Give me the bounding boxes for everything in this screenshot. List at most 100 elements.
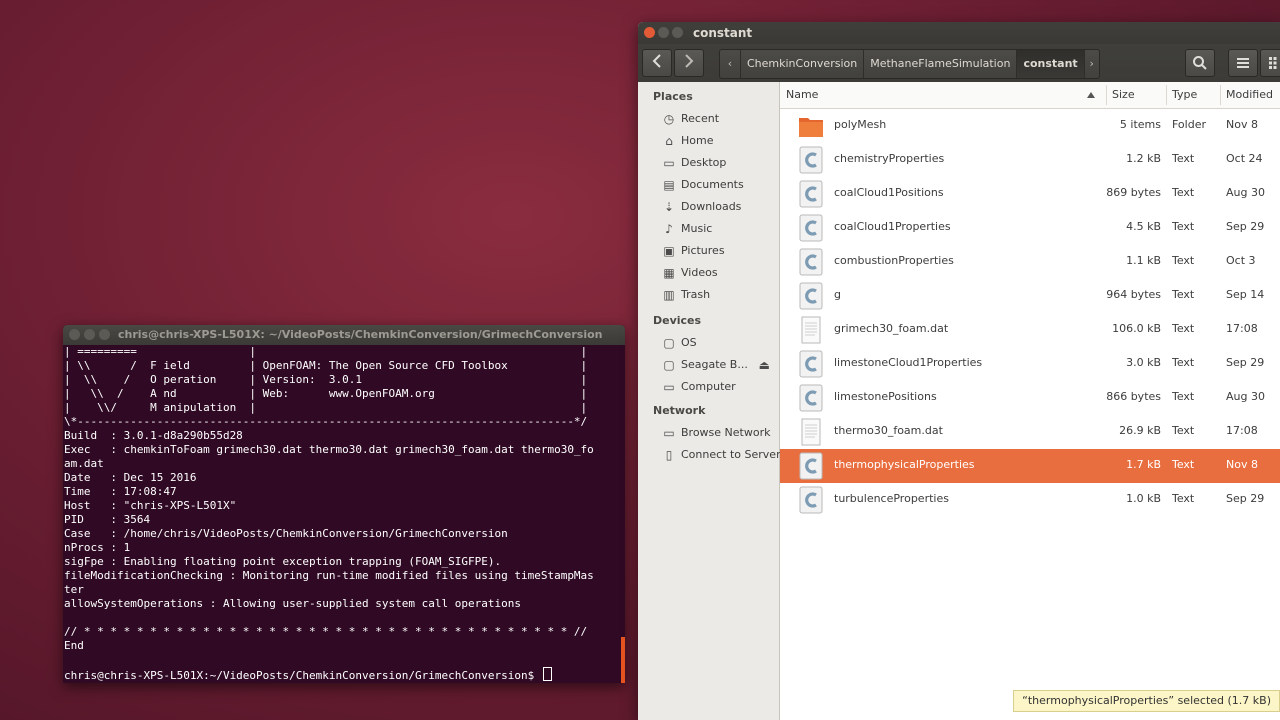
home-icon: ⌂ [665,134,673,148]
sidebar-item-trash[interactable]: ▥ Trash [638,284,779,306]
file-size: 3.0 kB [1126,356,1161,369]
desktop-icon: ▭ [663,156,675,170]
minimize-icon[interactable] [658,27,669,38]
terminal-line: Host : "chris-XPS-L501X" [64,499,237,512]
forward-button[interactable] [674,49,704,77]
sidebar-item-label: Downloads [681,200,742,213]
file-row[interactable]: coalCloud1Positions 869 bytes Text Aug 30 [780,177,1280,211]
terminal-prompt[interactable]: chris@chris-XPS-L501X:~/VideoPosts/Chemk… [64,667,621,682]
sidebar-item-label: Browse Network [681,426,771,439]
file-row[interactable]: combustionProperties 1.1 kB Text Oct 3 [780,245,1280,279]
file-name: thermophysicalProperties [834,458,975,471]
search-button[interactable] [1185,49,1215,77]
terminal-titlebar[interactable]: chris@chris-XPS-L501X: ~/VideoPosts/Chem… [63,325,625,345]
c-source-file-icon [799,214,823,242]
file-size: 866 bytes [1106,390,1161,403]
file-row[interactable]: turbulenceProperties 1.0 kB Text Sep 29 [780,483,1280,517]
breadcrumb-right-arrow[interactable]: › [1085,50,1099,78]
file-name: limestoneCloud1Properties [834,356,983,369]
files-titlebar[interactable]: constant [638,22,1280,44]
view-toggle-button[interactable] [1260,49,1280,77]
sidebar-item-music[interactable]: ♪ Music [638,218,779,240]
sort-ascending-icon[interactable] [1087,92,1095,98]
eject-icon[interactable]: ⏏ [759,354,770,376]
breadcrumb-item-current[interactable]: constant [1017,50,1085,78]
terminal-scrollbar[interactable] [621,637,625,683]
sidebar-item-desktop[interactable]: ▭ Desktop [638,152,779,174]
file-row[interactable]: g 964 bytes Text Sep 14 [780,279,1280,313]
column-size[interactable]: Size [1112,82,1135,108]
cursor-icon [542,667,552,681]
terminal-line: fileModificationChecking : Monitoring ru… [64,569,594,582]
file-type: Text [1172,186,1195,199]
file-name: grimech30_foam.dat [834,322,949,335]
maximize-icon[interactable] [672,27,683,38]
terminal-line: Build : 3.0.1-d8a290b55d28 [64,429,243,442]
file-modified: Aug 30 [1226,186,1265,199]
terminal-line: | \\/ M anipulation | | [64,401,588,414]
sidebar-item-downloads[interactable]: ⇣ Downloads [638,196,779,218]
downloads-icon: ⇣ [663,200,675,214]
terminal-line: ter [64,583,84,596]
column-name[interactable]: Name [786,82,818,108]
sidebar-item-label: Videos [681,266,718,279]
sidebar-item-pictures[interactable]: ▣ Pictures [638,240,779,262]
file-modified: Oct 24 [1226,152,1263,165]
file-row[interactable]: polyMesh 5 items Folder Nov 8 [780,109,1280,143]
sidebar-item-label: Computer [681,380,736,393]
sidebar-item-label: Seagate B... [681,358,748,371]
back-button[interactable] [642,49,672,77]
breadcrumb-item[interactable]: MethaneFlameSimulation [864,50,1018,78]
file-row-selected[interactable]: thermophysicalProperties 1.7 kB Text Nov 8 [780,449,1280,483]
terminal-window[interactable]: chris@chris-XPS-L501X: ~/VideoPosts/Chem… [63,325,625,683]
sidebar-item-label: Trash [681,288,711,301]
sidebar-item-seagate-b[interactable]: ▢ Seagate B... ⏏ [638,354,779,376]
sidebar-item-documents[interactable]: ▤ Documents [638,174,779,196]
terminal-line: sigFpe : Enabling floating point excepti… [64,555,502,568]
file-row[interactable]: thermo30_foam.dat 26.9 kB Text 17:08 [780,415,1280,449]
file-row[interactable]: limestoneCloud1Properties 3.0 kB Text Sep 2… [780,347,1280,381]
file-row[interactable]: limestonePositions 866 bytes Text Aug 30 [780,381,1280,415]
terminal-output[interactable]: | ========= | | | \\ / F ield | OpenFOAM:… [64,345,621,683]
breadcrumb-left-arrow[interactable]: ‹ [720,50,741,78]
breadcrumb-item[interactable]: ChemkinConversion [741,50,865,78]
terminal-line: | \\ / F ield | OpenFOAM: The Open Sourc… [64,359,588,372]
sidebar-item-os[interactable]: ▢ OS [638,332,779,354]
file-row[interactable]: chemistryProperties 1.2 kB Text Oct 24 [780,143,1280,177]
sidebar-item-computer[interactable]: ▭ Computer [638,376,779,398]
drive-icon: ▢ [663,336,675,350]
menu-button[interactable] [1228,49,1258,77]
close-icon[interactable] [69,329,80,340]
file-manager-window[interactable]: constant ‹ ChemkinConversion MethaneFlam… [638,22,1280,720]
file-name: polyMesh [834,118,887,131]
videos-icon: ▦ [663,266,675,280]
close-icon[interactable] [644,27,655,38]
terminal-line: \*--------------------------------------… [64,415,588,428]
file-name: combustionProperties [834,254,954,267]
file-name: chemistryProperties [834,152,945,165]
column-type[interactable]: Type [1172,82,1197,108]
sidebar-item-browse-network[interactable]: ▭ Browse Network [638,422,779,444]
column-modified[interactable]: Modified [1226,82,1273,108]
sidebar-item-recent[interactable]: ◷ Recent [638,108,779,130]
file-type: Text [1172,152,1195,165]
terminal-line: Date : Dec 15 2016 [64,471,197,484]
terminal-line: allowSystemOperations : Allowing user-su… [64,597,521,610]
file-modified: 17:08 [1226,322,1258,335]
file-row[interactable]: grimech30_foam.dat 106.0 kB Text 17:08 [780,313,1280,347]
minimize-icon[interactable] [84,329,95,340]
sidebar: Places ◷ Recent ⌂ Home ▭ Desktop ▤ Documents ⇣ Do… [638,82,781,720]
maximize-icon[interactable] [99,329,110,340]
c-source-file-icon [799,146,823,174]
file-type: Text [1172,288,1195,301]
window-title: constant [693,26,753,40]
sidebar-item-videos[interactable]: ▦ Videos [638,262,779,284]
file-row[interactable]: coalCloud1Properties 4.5 kB Text Sep 29 [780,211,1280,245]
sidebar-item-label: Desktop [681,156,727,169]
c-source-file-icon [799,452,823,480]
file-modified: Oct 3 [1226,254,1256,267]
sidebar-item-home[interactable]: ⌂ Home [638,130,779,152]
c-source-file-icon [799,282,823,310]
pictures-icon: ▣ [663,244,675,258]
sidebar-item-connect-to-server[interactable]: ▯ Connect to Server [638,444,781,466]
